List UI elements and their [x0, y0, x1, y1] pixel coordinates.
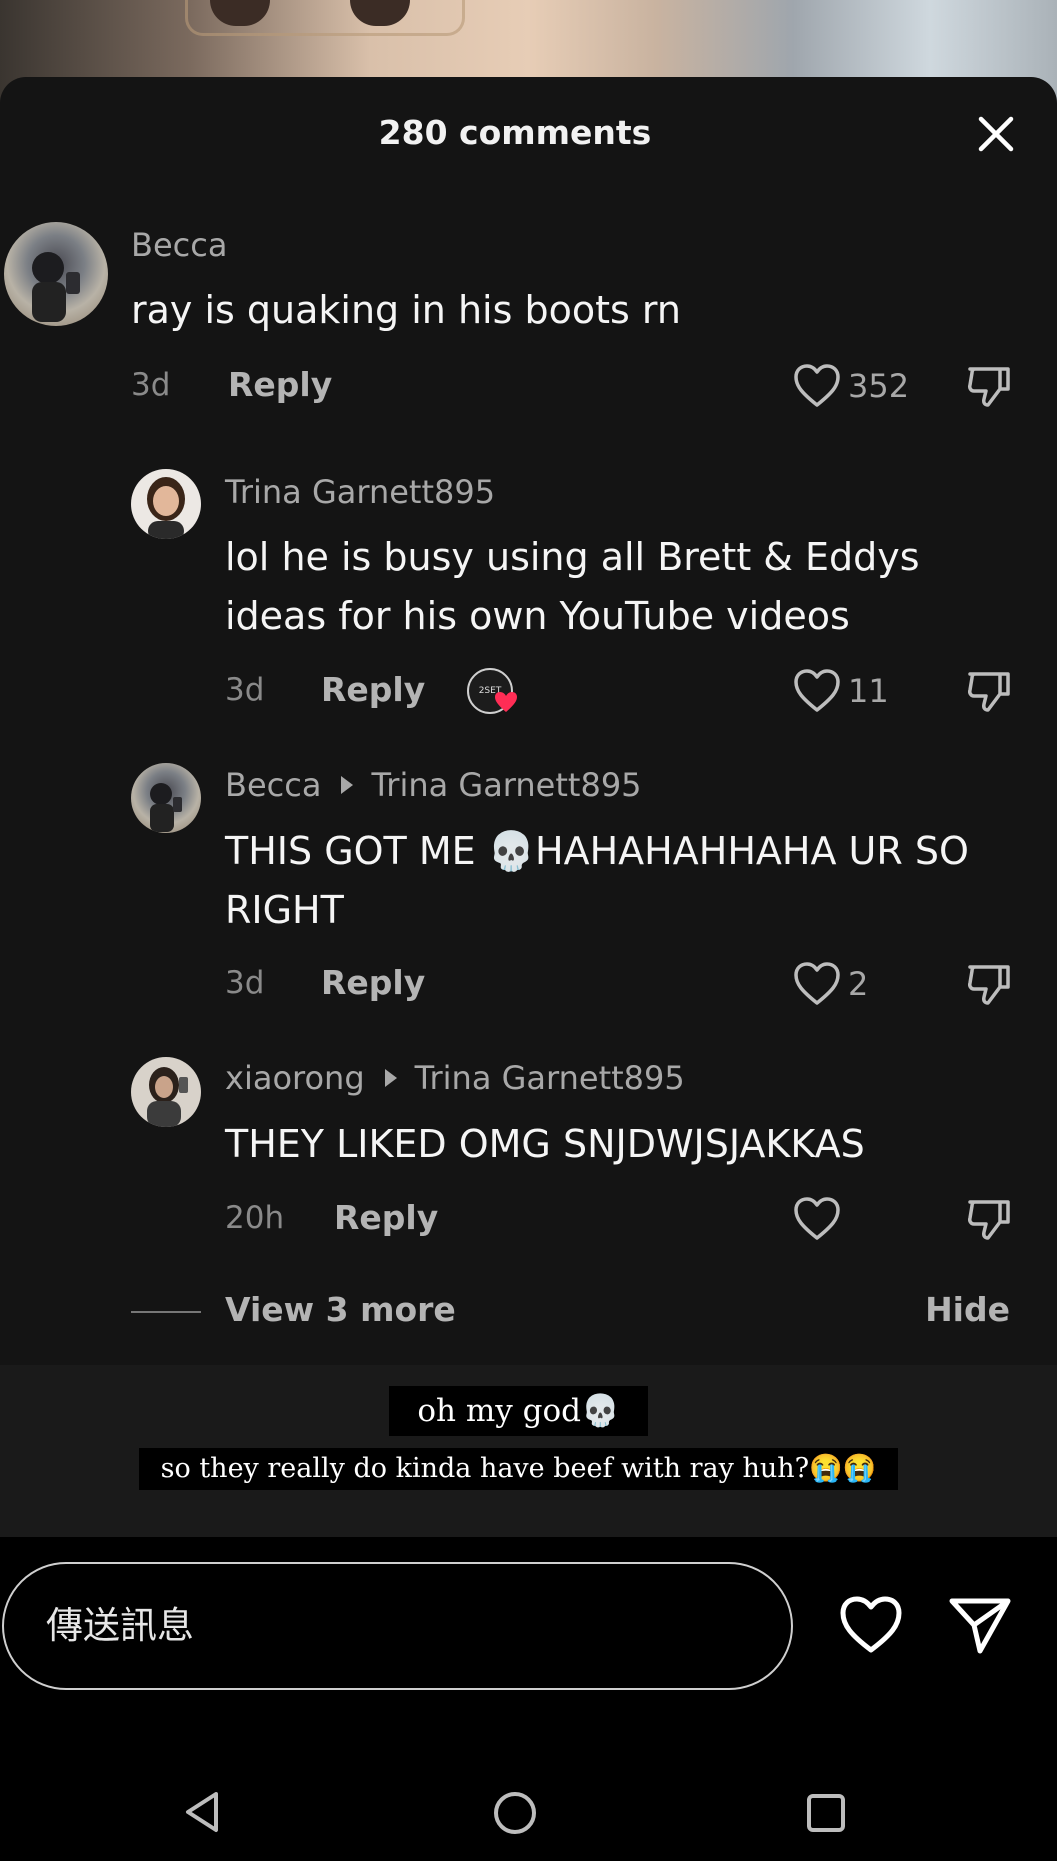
message-input[interactable]: 傳送訊息 [2, 1562, 793, 1690]
reply-button[interactable]: Reply [321, 670, 425, 709]
like-video-button[interactable] [838, 1595, 904, 1659]
comments-header: 280 comments [0, 77, 1057, 197]
reply-button[interactable]: Reply [334, 1198, 438, 1237]
avatar[interactable] [4, 222, 108, 326]
comments-title: 280 comments [378, 113, 652, 152]
heart-icon [794, 669, 840, 712]
close-icon [978, 116, 1014, 152]
comment-text: lol he is busy using all Brett & Eddys i… [225, 535, 920, 638]
comment-reply-target[interactable]: Trina Garnett895 [415, 1059, 685, 1097]
comment-username: xiaorong Trina Garnett895 [225, 1059, 685, 1097]
thumbs-down-icon [968, 672, 1010, 712]
dislike-button[interactable] [966, 668, 1012, 718]
view-more-replies-button[interactable]: View 3 more [225, 1290, 456, 1329]
thread-divider [131, 1311, 201, 1313]
like-button[interactable]: 11 [792, 668, 889, 714]
hide-replies-button[interactable]: Hide [925, 1290, 1010, 1329]
heart-icon [840, 1596, 902, 1653]
thumbs-down-icon [968, 367, 1010, 407]
dislike-button[interactable] [966, 1196, 1012, 1246]
reply-button[interactable]: Reply [228, 365, 332, 404]
comment-time: 3d [225, 965, 265, 1001]
back-triangle-icon [186, 1792, 218, 1832]
nav-home-button[interactable] [492, 1790, 538, 1840]
comment-username: Becca Trina Garnett895 [225, 766, 642, 804]
send-button[interactable] [948, 1595, 1012, 1659]
like-button[interactable]: 2 [792, 961, 868, 1007]
video-caption-line: so they really do kinda have beef with r… [139, 1448, 898, 1490]
reply-arrow-icon [384, 1069, 397, 1087]
avatar[interactable] [131, 469, 201, 539]
avatar[interactable] [131, 763, 201, 833]
like-button[interactable]: 352 [792, 363, 909, 409]
home-circle-icon [494, 1792, 536, 1834]
nav-back-button[interactable] [180, 1790, 224, 1838]
comment-username[interactable]: Trina Garnett895 [225, 473, 495, 511]
reply-button[interactable]: Reply [321, 963, 425, 1002]
thumbs-down-icon [968, 1200, 1010, 1240]
comment-reply-target[interactable]: Trina Garnett895 [371, 766, 641, 804]
comment-username-author[interactable]: Becca [225, 766, 321, 804]
heart-filled-icon [495, 692, 517, 712]
comment-username[interactable]: Becca [131, 226, 227, 264]
comment-username-author[interactable]: xiaorong [225, 1059, 365, 1097]
like-button[interactable] [792, 1196, 848, 1242]
thumbs-down-icon [968, 965, 1010, 1005]
comment-time: 3d [131, 367, 171, 403]
heart-icon [794, 364, 840, 407]
close-button[interactable] [975, 113, 1017, 155]
send-icon [949, 1598, 1011, 1654]
comment-time: 20h [225, 1200, 285, 1236]
recents-square-icon [807, 1794, 845, 1832]
avatar[interactable] [131, 1057, 201, 1127]
comment-time: 3d [225, 672, 265, 708]
dislike-button[interactable] [966, 961, 1012, 1011]
comment-text: ray is quaking in his boots rn [131, 288, 681, 332]
nav-recents-button[interactable] [805, 1792, 847, 1838]
heart-icon [794, 962, 840, 1005]
like-count: 11 [848, 672, 889, 710]
creator-liked-badge: 2SET [465, 666, 525, 718]
video-caption-line: oh my god💀 [389, 1386, 648, 1436]
comment-text: THIS GOT ME 💀HAHAHAHHAHA UR SO RIGHT [225, 829, 969, 932]
like-count: 352 [848, 367, 910, 405]
comment-text: THEY LIKED OMG SNJDWJSJAKKAS [225, 1122, 865, 1166]
like-count: 2 [848, 965, 869, 1003]
dislike-button[interactable] [966, 363, 1012, 413]
reply-arrow-icon [341, 776, 354, 794]
heart-icon [794, 1197, 840, 1240]
